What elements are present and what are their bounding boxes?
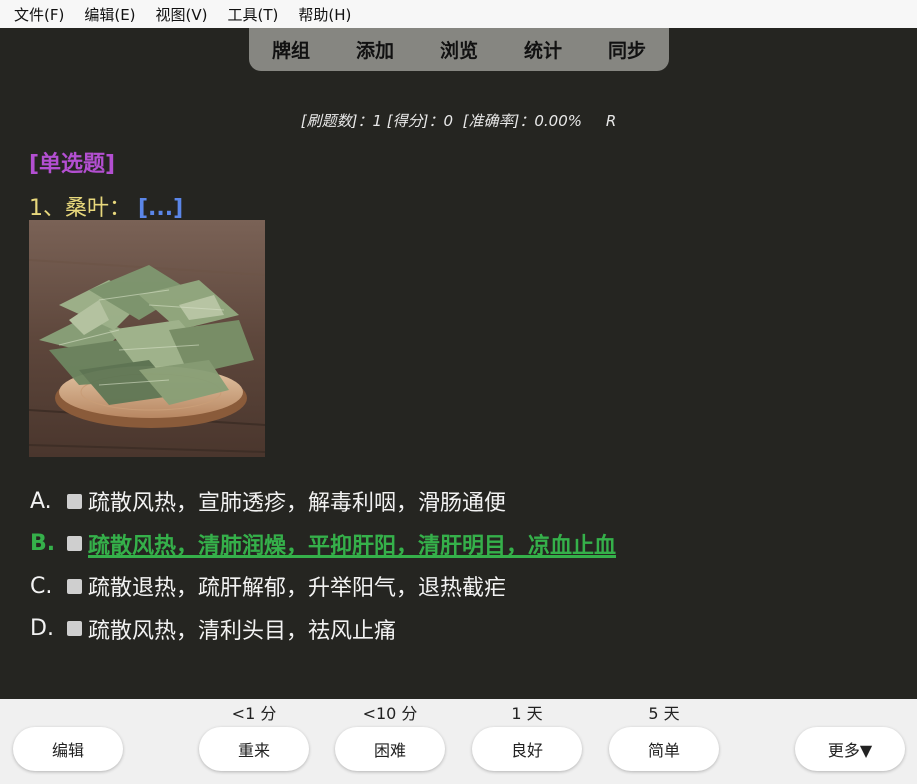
again-button[interactable]: 重来 (199, 727, 309, 771)
cloze-placeholder: [...] (138, 196, 184, 221)
more-button[interactable]: 更多▼ (795, 727, 905, 771)
review-area: 牌组 添加 浏览 统计 同步 [刷题数]：1 [得分]：0 [准确率]：0.00… (0, 28, 917, 699)
option-text: 疏散风热，清肺润燥，平抑肝阳，清肝明目，凉血止血 (88, 533, 617, 559)
accuracy-value: 0.00% (534, 112, 582, 130)
menu-edit[interactable]: 编辑(E) (70, 4, 135, 25)
option-text: 疏散退热，疏肝解郁，升举阳气，退热截疟 (88, 576, 507, 602)
good-button[interactable]: 良好 (472, 727, 582, 771)
question-line: 1、桑叶： [...] (29, 190, 183, 222)
option-letter: D. (30, 616, 54, 642)
option-letter: B. (30, 531, 56, 557)
option-text: 疏散风热，清利头目，祛风止痛 (88, 618, 397, 644)
checkbox-icon[interactable] (67, 493, 82, 509)
again-interval: <1 分 (231, 704, 277, 723)
score-value: 0 (443, 112, 454, 130)
checkbox-icon[interactable] (67, 621, 82, 637)
good-interval: 1 天 (511, 704, 543, 723)
accuracy-label: [准确率] (462, 112, 520, 130)
option-b[interactable]: B. 疏散风热，清肺润燥，平抑肝阳，清肝明目，凉血止血 (30, 523, 616, 566)
options-list: A. 疏散风热，宣肺透疹，解毒利咽，滑肠通便 B. 疏散风热，清肺润燥，平抑肝阳… (30, 480, 616, 650)
question-type: [单选题] (29, 152, 116, 177)
option-text: 疏散风热，宣肺透疹，解毒利咽，滑肠通便 (88, 491, 507, 517)
count-label: [刷题数] (300, 112, 358, 130)
stats-extra: R (605, 112, 617, 130)
tab-sync[interactable]: 同步 (604, 36, 650, 63)
score-label: [得分] (386, 112, 429, 130)
tab-browse[interactable]: 浏览 (436, 36, 482, 63)
question-prefix: 1、桑叶： (29, 196, 131, 221)
easy-interval: 5 天 (648, 704, 680, 723)
easy-button[interactable]: 简单 (609, 727, 719, 771)
option-c[interactable]: C. 疏散退热，疏肝解郁，升举阳气，退热截疟 (30, 565, 616, 608)
menu-file[interactable]: 文件(F) (0, 4, 64, 25)
menu-view[interactable]: 视图(V) (142, 4, 208, 25)
top-nav: 牌组 添加 浏览 统计 同步 (249, 28, 669, 71)
tab-add[interactable]: 添加 (352, 36, 398, 63)
menu-tools[interactable]: 工具(T) (214, 4, 279, 25)
answer-bar: 编辑 <1 分 重来 <10 分 困难 1 天 良好 5 天 简单 更多▼ (0, 699, 917, 784)
stats-line: [刷题数]：1 [得分]：0 [准确率]：0.00% R (300, 112, 617, 130)
checkbox-icon[interactable] (67, 578, 82, 594)
option-d[interactable]: D. 疏散风热，清利头目，祛风止痛 (30, 608, 616, 651)
menu-help[interactable]: 帮助(H) (284, 4, 351, 25)
option-letter: A. (30, 488, 52, 514)
checkbox-icon[interactable] (67, 536, 82, 552)
edit-button[interactable]: 编辑 (13, 727, 123, 771)
hard-button[interactable]: 困难 (335, 727, 445, 771)
tab-decks[interactable]: 牌组 (268, 36, 314, 63)
option-a[interactable]: A. 疏散风热，宣肺透疹，解毒利咽，滑肠通便 (30, 480, 616, 523)
mulberry-leaf-image (29, 220, 265, 457)
hard-interval: <10 分 (362, 704, 418, 723)
menu-bar: 文件(F) 编辑(E) 视图(V) 工具(T) 帮助(H) (0, 0, 917, 28)
tab-stats[interactable]: 统计 (520, 36, 566, 63)
count-value: 1 (372, 112, 382, 130)
option-letter: C. (30, 573, 53, 599)
